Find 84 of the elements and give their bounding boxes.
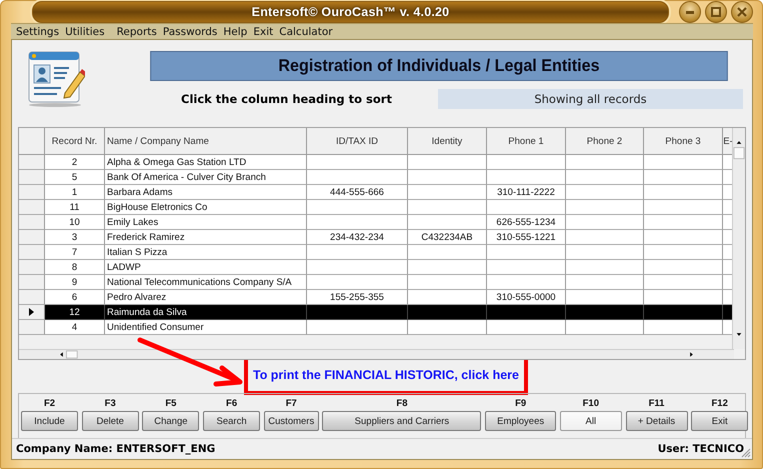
column-header[interactable]: Name / Company Name	[105, 128, 307, 155]
table-cell: 310-111-2222	[487, 185, 566, 200]
table-cell: Unidentified Consumer	[105, 320, 307, 335]
function-button[interactable]: Customers	[264, 411, 319, 431]
row-pointer-icon	[29, 308, 34, 316]
column-header[interactable]: Phone 2	[566, 128, 644, 155]
shortcut-key-label: F5	[165, 398, 176, 411]
table-cell: 11	[45, 200, 105, 215]
table-cell: 4	[45, 320, 105, 335]
function-button[interactable]: Include	[21, 411, 78, 431]
shortcut-key-label: F7	[286, 398, 297, 411]
table-cell: 155-255-355	[307, 290, 408, 305]
company-name: Company Name: ENTERSOFT_ENG	[16, 443, 216, 455]
shortcut-key-label: F10	[582, 398, 599, 411]
shortcut-key-label: F9	[515, 398, 526, 411]
close-button[interactable]	[731, 1, 753, 24]
horizontal-scrollbar[interactable]	[19, 349, 734, 359]
table-cell: Raimunda da Silva	[105, 305, 307, 320]
maximize-icon	[711, 7, 721, 18]
close-icon	[737, 7, 747, 18]
table-cell: C432234AB	[408, 230, 487, 245]
menu-item[interactable]: Reports	[114, 26, 160, 38]
table-cell: Bank Of America - Culver City Branch	[105, 170, 307, 185]
column-header[interactable]: ID/TAX ID	[307, 128, 408, 155]
column-header[interactable]: Phone 3	[644, 128, 723, 155]
minimize-button[interactable]	[679, 1, 701, 24]
table-cell: Emily Lakes	[105, 215, 307, 230]
function-button[interactable]: All	[560, 411, 622, 431]
menu-item[interactable]: Utilities	[62, 26, 108, 38]
table-cell: 7	[45, 245, 105, 260]
financial-historic-link[interactable]: To print the FINANCIAL HISTORIC, click here	[252, 368, 519, 382]
user-name: User: TECNICO	[658, 443, 744, 455]
table-cell: 10	[45, 215, 105, 230]
column-header[interactable]: Phone 1	[487, 128, 566, 155]
table-cell: Frederick Ramirez	[105, 230, 307, 245]
column-header[interactable]: Record Nr.	[45, 128, 105, 155]
table-cell: 310-555-1221	[487, 230, 566, 245]
table-cell: Barbara Adams	[105, 185, 307, 200]
table-cell: BigHouse Eletronics Co	[105, 200, 307, 215]
function-button[interactable]: Search	[203, 411, 260, 431]
table-cell: 626-555-1234	[487, 215, 566, 230]
shortcut-key-label: F3	[104, 398, 116, 411]
table-cell: Italian S Pizza	[105, 245, 307, 260]
function-button[interactable]: Exit	[691, 411, 748, 431]
menu-item[interactable]: Settings	[13, 26, 62, 38]
table-cell: 2	[45, 155, 105, 170]
shortcut-key-label: F8	[396, 398, 408, 411]
table-cell: 1	[45, 185, 105, 200]
table-cell: 8	[45, 260, 105, 275]
menu-item[interactable]: Passwords	[160, 26, 220, 38]
function-button[interactable]: Delete	[82, 411, 139, 431]
table-cell: 234-432-234	[307, 230, 408, 245]
table-cell: National Telecommunications Company S/A	[105, 275, 307, 290]
shortcut-key-label: F11	[648, 398, 664, 411]
minimize-icon	[686, 10, 694, 14]
function-button[interactable]: Employees	[485, 411, 556, 431]
table-cell: 444-555-666	[307, 185, 408, 200]
shortcut-key-label: F6	[226, 398, 238, 411]
table-cell: 6	[45, 290, 105, 305]
records-filter-status: Showing all records	[534, 92, 647, 106]
page-heading: Registration of Individuals / Legal Entities	[278, 56, 600, 76]
table-cell: 5	[45, 170, 105, 185]
window-title: Entersoft© OuroCash™ v. 4.0.20	[252, 5, 450, 20]
shortcut-key-label: F12	[712, 398, 728, 411]
table-cell: 3	[45, 230, 105, 245]
shortcut-key-label: F2	[44, 398, 56, 411]
table-cell: LADWP	[105, 260, 307, 275]
table-cell: Alpha & Omega Gas Station LTD	[105, 155, 307, 170]
function-button[interactable]: Suppliers and Carriers	[322, 411, 482, 431]
menu-item[interactable]: Help	[220, 26, 250, 38]
sort-hint: Click the column heading to sort	[180, 92, 393, 106]
column-header[interactable]: Identity	[408, 128, 487, 155]
row-header[interactable]	[19, 305, 45, 320]
table-cell: 12	[45, 305, 105, 320]
vertical-scrollbar[interactable]	[732, 128, 745, 349]
table-cell: 9	[45, 275, 105, 290]
grid-corner[interactable]	[19, 128, 45, 155]
maximize-button[interactable]	[705, 1, 727, 24]
function-button[interactable]: Change	[142, 411, 200, 431]
function-button[interactable]: + Details	[626, 411, 688, 431]
menu-item[interactable]: Exit	[250, 26, 276, 38]
table-cell: Pedro Alvarez	[105, 290, 307, 305]
menu-item[interactable]: Calculator	[276, 26, 336, 38]
table-cell: 310-555-0000	[487, 290, 566, 305]
